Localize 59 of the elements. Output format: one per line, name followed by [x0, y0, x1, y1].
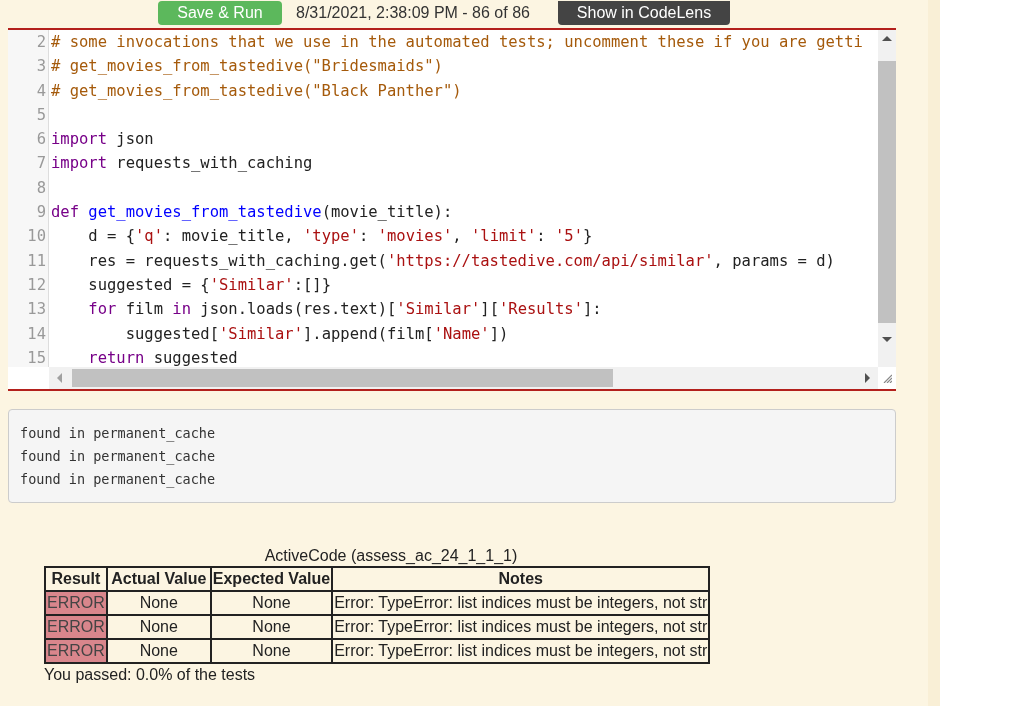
- line-number: 12: [26, 274, 46, 296]
- code-line: # get_movies_from_tastedive("Black Panther"): [51, 81, 462, 100]
- scroll-up-icon[interactable]: [882, 36, 892, 41]
- code-line: for film in json.loads(res.text)['Similar']['Results']:: [87, 300, 602, 319]
- table-cell: None: [106, 615, 211, 639]
- result-cell: ERROR: [45, 639, 107, 663]
- line-number: 14: [26, 323, 46, 345]
- test-summary: You passed: 0.0% of the tests: [44, 665, 257, 685]
- code-line: res = requests_with_caching.get('https://tastedive.com/api/similar', params = d): [87, 251, 835, 270]
- scroll-thumb[interactable]: [878, 61, 896, 323]
- code-line: import json: [51, 130, 154, 149]
- resize-grip-icon[interactable]: [882, 373, 892, 383]
- output-line: found in permanent_cache: [20, 447, 217, 467]
- line-number: 4: [35, 80, 46, 102]
- line-number: 2: [35, 32, 46, 53]
- line-number: 15: [26, 347, 46, 367]
- line-number: 5: [35, 104, 46, 126]
- scroll-right-icon[interactable]: [865, 373, 870, 383]
- column-header: Expected Value: [210, 567, 333, 591]
- table-cell: None: [210, 639, 333, 663]
- table-cell: Error: TypeError: list indices must be integers, not str: [332, 615, 710, 639]
- code-editor[interactable]: [8, 28, 896, 391]
- code-line: # get_movies_from_tastedive("Bridesmaids"): [51, 57, 443, 76]
- table-cell: None: [210, 591, 333, 615]
- table-cell: None: [106, 591, 211, 615]
- line-number: 10: [26, 226, 46, 248]
- code-line: suggested['Similar'].append(film['Name']): [124, 324, 509, 343]
- column-header: Result: [45, 567, 107, 591]
- result-cell: ERROR: [45, 591, 107, 615]
- code-line: return suggested: [87, 348, 238, 367]
- vertical-scrollbar[interactable]: [878, 30, 896, 367]
- code-line: # some invocations that we use in the automated tests; uncomment these if you are getti: [51, 33, 863, 51]
- code-line: d = {'q': movie_title, 'type': 'movies', 'limit': '5'}: [87, 227, 593, 246]
- table-cell: None: [210, 615, 333, 639]
- run-history-label: 8/31/2021, 2:38:09 PM - 86 of 86: [296, 4, 531, 22]
- show-in-codelens-button[interactable]: Show in CodeLens: [558, 1, 730, 25]
- line-number: 7: [35, 153, 46, 175]
- line-number: 9: [35, 202, 46, 224]
- line-number: 11: [26, 250, 46, 272]
- column-header: Actual Value: [106, 567, 211, 591]
- table-cell: Error: TypeError: list indices must be integers, not str: [332, 591, 710, 615]
- line-number: 8: [35, 177, 46, 199]
- table-caption: ActiveCode (assess_ac_24_1_1_1): [263, 546, 519, 566]
- line-number: 6: [35, 129, 46, 151]
- scroll-thumb[interactable]: [72, 369, 613, 387]
- column-header: Notes: [332, 567, 710, 591]
- output-line: found in permanent_cache: [20, 424, 217, 444]
- code-line: def get_movies_from_tastedive(movie_title):: [51, 203, 453, 222]
- line-number: 3: [35, 56, 46, 78]
- result-cell: ERROR: [45, 615, 107, 639]
- scroll-down-icon[interactable]: [882, 337, 892, 342]
- line-number: 13: [26, 299, 46, 321]
- scroll-left-icon[interactable]: [57, 373, 62, 383]
- table-cell: None: [106, 639, 211, 663]
- output-line: found in permanent_cache: [20, 470, 217, 490]
- table-cell: Error: TypeError: list indices must be integers, not str: [332, 639, 710, 663]
- code-line: suggested = {'Similar':[]}: [87, 275, 331, 294]
- code-line: import requests_with_caching: [51, 154, 313, 173]
- horizontal-scrollbar[interactable]: [49, 367, 878, 389]
